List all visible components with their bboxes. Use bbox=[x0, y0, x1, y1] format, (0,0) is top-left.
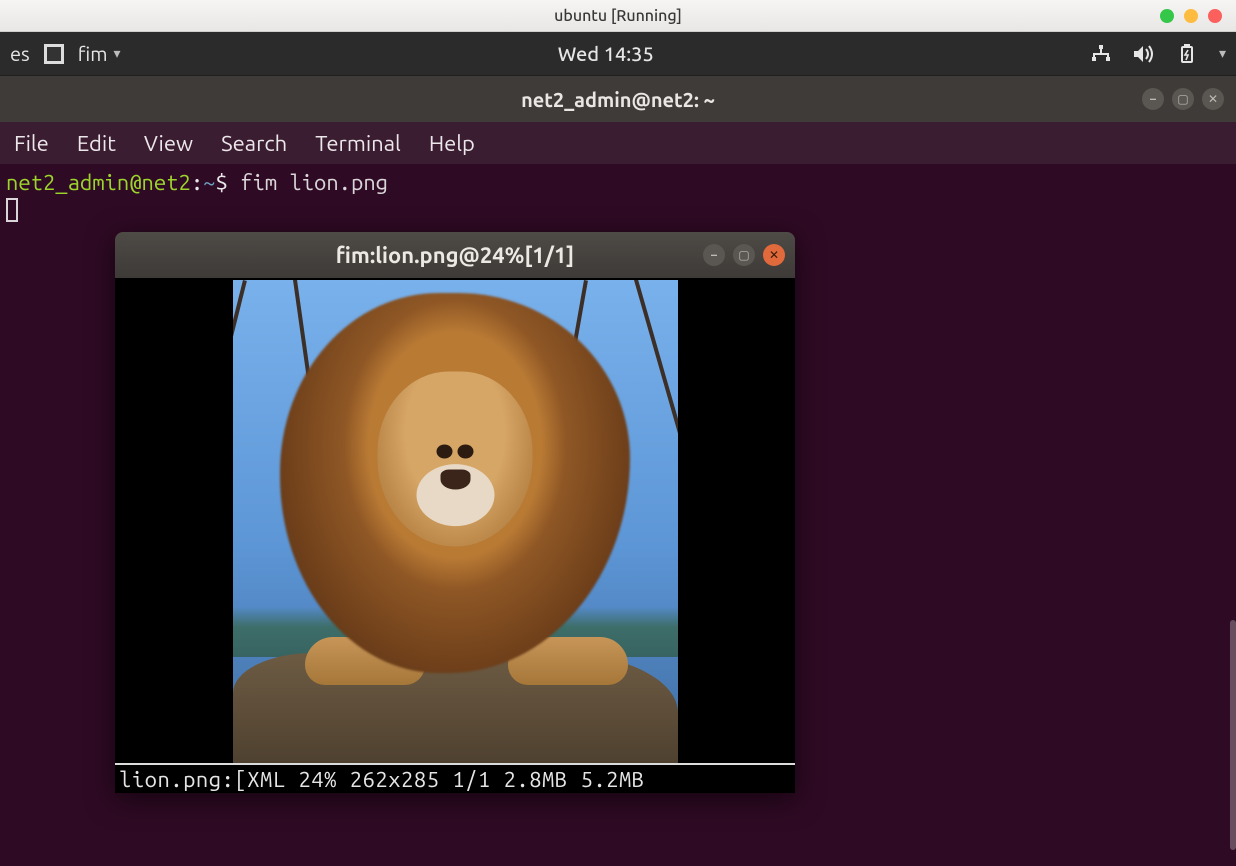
fim-window-controls: – ▢ ✕ bbox=[703, 244, 785, 266]
prompt-command: fim lion.png bbox=[240, 170, 388, 195]
prompt-sigil: $ bbox=[215, 170, 227, 195]
terminal-titlebar: net2_admin@net2: ~ – ▢ ✕ bbox=[0, 76, 1236, 122]
menu-edit[interactable]: Edit bbox=[77, 131, 116, 156]
system-status-area[interactable]: ▾ bbox=[1091, 44, 1226, 64]
terminal-close-button[interactable]: ✕ bbox=[1202, 88, 1224, 110]
prompt-sep: : bbox=[191, 170, 203, 195]
terminal-minimize-button[interactable]: – bbox=[1142, 88, 1164, 110]
fim-minimize-button[interactable]: – bbox=[703, 244, 725, 266]
volume-icon[interactable] bbox=[1133, 44, 1155, 64]
menu-search[interactable]: Search bbox=[221, 131, 287, 156]
fim-image-viewport[interactable]: Photograph of a male lion with a large m… bbox=[115, 278, 795, 763]
system-menu-chevron-icon[interactable]: ▾ bbox=[1219, 45, 1226, 62]
terminal-maximize-button[interactable]: ▢ bbox=[1172, 88, 1194, 110]
host-zoom-button[interactable] bbox=[1184, 9, 1198, 23]
terminal-title: net2_admin@net2: ~ bbox=[521, 88, 715, 111]
host-window-titlebar: ubuntu [Running] bbox=[0, 0, 1236, 32]
app-menu-label: fim bbox=[78, 42, 108, 65]
terminal-line-1: net2_admin@net2:~$ fim lion.png bbox=[6, 168, 1230, 198]
host-close-button[interactable] bbox=[1208, 9, 1222, 23]
clock[interactable]: Wed 14:35 bbox=[121, 42, 1091, 65]
fim-close-button[interactable]: ✕ bbox=[763, 244, 785, 266]
fim-window[interactable]: fim:lion.png@24%[1/1] – ▢ ✕ bbox=[115, 232, 795, 793]
host-minimize-button[interactable] bbox=[1160, 9, 1174, 23]
menu-file[interactable]: File bbox=[14, 131, 49, 156]
activities-fragment[interactable]: es bbox=[10, 42, 30, 65]
scrollbar-thumb[interactable] bbox=[1230, 620, 1236, 850]
fim-status-bar: lion.png:[XML 24% 262x285 1/1 2.8MB 5.2M… bbox=[115, 763, 795, 793]
chevron-down-icon: ▾ bbox=[113, 45, 120, 62]
prompt-userhost: net2_admin@net2 bbox=[6, 170, 191, 195]
menu-help[interactable]: Help bbox=[429, 131, 475, 156]
fim-titlebar[interactable]: fim:lion.png@24%[1/1] – ▢ ✕ bbox=[115, 232, 795, 278]
terminal-line-2 bbox=[6, 198, 1230, 230]
terminal-cursor bbox=[6, 198, 18, 222]
battery-icon[interactable] bbox=[1177, 44, 1197, 64]
host-window-title: ubuntu [Running] bbox=[554, 7, 682, 25]
network-icon[interactable] bbox=[1091, 44, 1111, 64]
top-bar-left: es fim ▾ bbox=[10, 42, 121, 65]
app-menu[interactable]: fim ▾ bbox=[78, 42, 121, 65]
menu-view[interactable]: View bbox=[144, 131, 193, 156]
fim-app-icon[interactable] bbox=[44, 44, 64, 64]
terminal-window-controls: – ▢ ✕ bbox=[1142, 88, 1224, 110]
fim-status-text: lion.png:[XML 24% 262x285 1/1 2.8MB 5.2M… bbox=[119, 767, 645, 792]
terminal-menubar: File Edit View Search Terminal Help bbox=[0, 122, 1236, 164]
fim-title: fim:lion.png@24%[1/1] bbox=[336, 243, 574, 268]
fim-maximize-button[interactable]: ▢ bbox=[733, 244, 755, 266]
fim-image: Photograph of a male lion with a large m… bbox=[233, 280, 678, 763]
host-window-controls bbox=[1160, 9, 1222, 23]
gnome-top-bar: es fim ▾ Wed 14:35 ▾ bbox=[0, 32, 1236, 76]
menu-terminal[interactable]: Terminal bbox=[315, 131, 401, 156]
prompt-cwd: ~ bbox=[203, 170, 215, 195]
